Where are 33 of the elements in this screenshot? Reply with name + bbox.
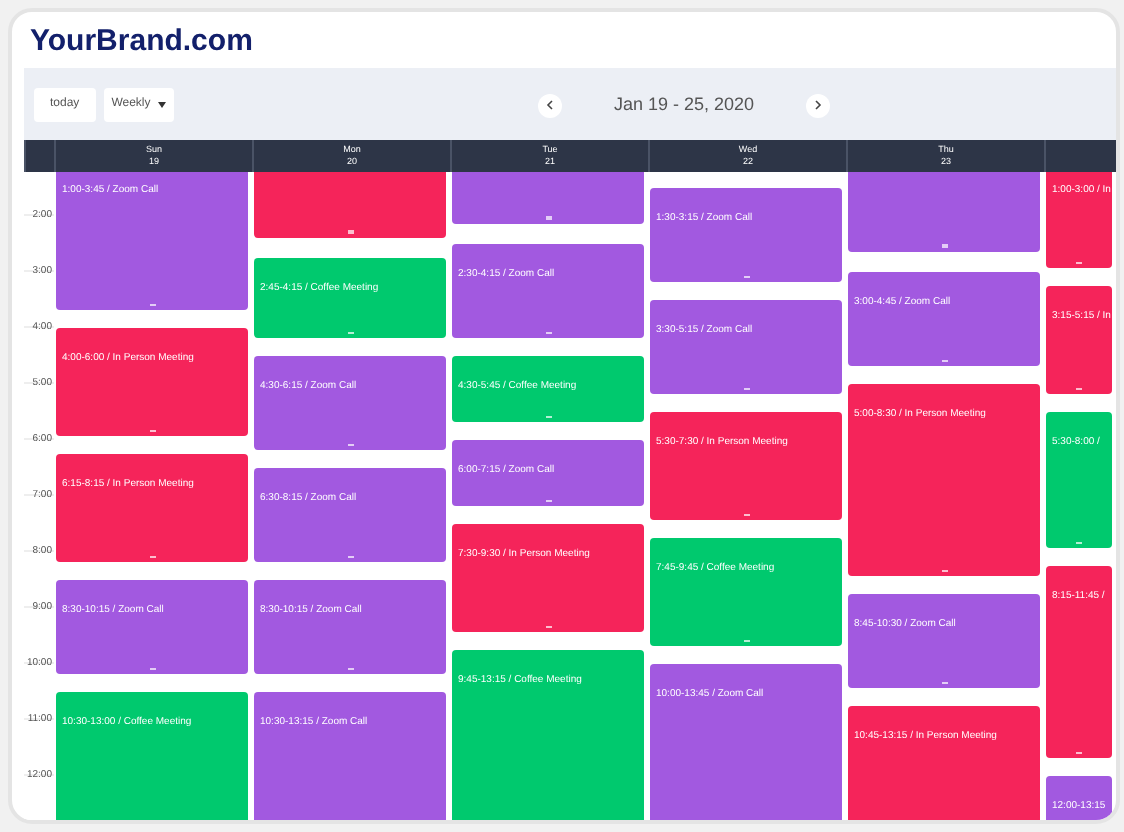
resize-handle-icon[interactable] [347, 331, 353, 334]
resize-handle-icon[interactable] [941, 359, 947, 362]
resize-handle-icon[interactable] [743, 639, 749, 642]
resize-handle-icon[interactable] [149, 555, 155, 558]
resize-handle-icon[interactable] [941, 681, 947, 684]
resize-handle-icon[interactable] [941, 569, 947, 572]
resize-handle-icon[interactable] [149, 667, 155, 670]
chevron-left-icon [546, 100, 554, 111]
chevron-right-icon [814, 100, 823, 111]
resize-handle-icon[interactable] [347, 230, 353, 234]
resize-handle-icon[interactable] [347, 555, 353, 558]
resize-handle-icon[interactable] [1076, 387, 1082, 390]
caret-icon [158, 101, 167, 107]
next-button[interactable] [806, 93, 831, 118]
brand-logo: YourBrand.com [30, 24, 255, 60]
resize-handle-icon[interactable] [941, 244, 947, 248]
resize-handle-icon[interactable] [545, 331, 551, 334]
resize-handle-icon[interactable] [545, 216, 551, 220]
resize-handle-icon[interactable] [743, 513, 749, 516]
resize-handle-icon[interactable] [1076, 751, 1082, 754]
resize-handle-icon[interactable] [1076, 541, 1082, 544]
resize-handle-icon[interactable] [149, 303, 155, 306]
resize-handle-icon[interactable] [743, 275, 749, 278]
resize-handle-icon[interactable] [743, 387, 749, 390]
resize-handle-icon[interactable] [545, 415, 551, 418]
resize-handle-icon[interactable] [545, 625, 551, 628]
resize-handle-icon[interactable] [347, 443, 353, 446]
resize-handle-icon[interactable] [1076, 261, 1082, 264]
date-range-title: Jan 19 - 25, 2020 [614, 92, 755, 118]
resize-handle-icon[interactable] [149, 429, 155, 432]
resize-handle-icon[interactable] [545, 499, 551, 502]
resize-handle-icon[interactable] [347, 667, 353, 670]
prev-button[interactable] [538, 93, 562, 118]
